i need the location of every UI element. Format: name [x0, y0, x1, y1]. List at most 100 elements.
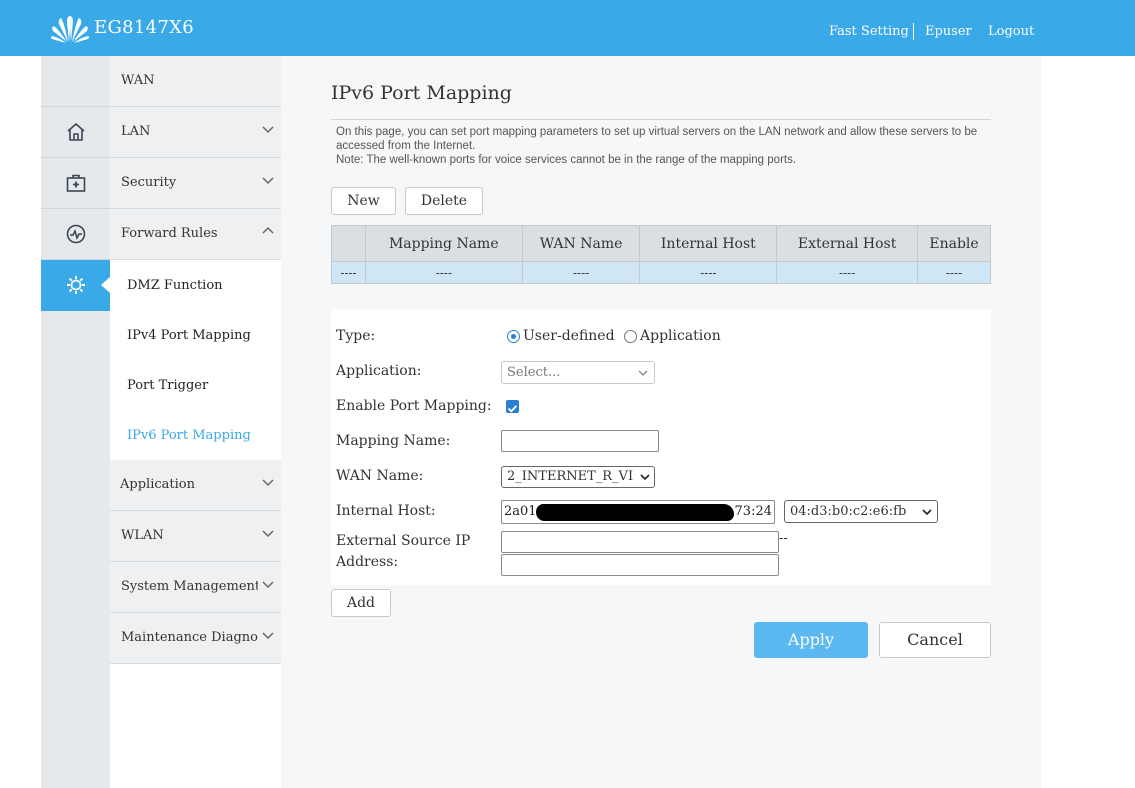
chevron-down-icon: [262, 530, 274, 538]
chevron-down-icon: [640, 474, 650, 481]
submenu-label: Port Trigger: [127, 378, 209, 393]
top-header: EG8147X6 Fast Setting Epuser Logout: [0, 0, 1135, 56]
medical-kit-icon: [66, 174, 85, 192]
column-header: WAN Name: [521, 225, 641, 262]
radio-user-defined[interactable]: [507, 330, 520, 343]
diagnosis-icon: [66, 224, 85, 244]
menu-security[interactable]: Security: [110, 158, 281, 209]
chevron-down-icon: [922, 509, 932, 516]
delete-button[interactable]: Delete: [405, 187, 483, 215]
settings-menu: WAN LAN Security Forward Rules DMZ Funct…: [110, 56, 281, 788]
radio-user-defined-label: User-defined: [523, 328, 615, 344]
submenu-ipv6-port-mapping[interactable]: IPv6 Port Mapping: [110, 410, 281, 460]
user-link[interactable]: Epuser: [925, 24, 972, 39]
column-header: External Host: [776, 225, 919, 262]
add-button[interactable]: Add: [331, 589, 391, 617]
page-title: IPv6 Port Mapping: [331, 82, 512, 104]
table-cell: ----: [331, 261, 366, 284]
menu-label: Application: [120, 477, 195, 492]
menu-system-management[interactable]: System Management: [110, 562, 281, 613]
internal-host-input[interactable]: 2a01 73:24: [501, 500, 775, 524]
menu-wlan[interactable]: WLAN: [110, 511, 281, 562]
mapping-name-input[interactable]: [501, 430, 659, 452]
menu-forward-rules[interactable]: Forward Rules: [110, 209, 281, 260]
advanced-nav[interactable]: [41, 158, 110, 209]
table-cell: ----: [521, 261, 641, 284]
internal-host-value-start: 2a01: [504, 504, 537, 519]
wan-name-label: WAN Name:: [336, 468, 424, 484]
chevron-down-icon: [262, 479, 274, 487]
home-icon: [66, 123, 85, 141]
icon-cell-blank: [41, 56, 110, 107]
radio-application[interactable]: [624, 330, 637, 343]
table-row[interactable]: ---- ---- ---- ---- ---- ----: [331, 261, 991, 284]
internal-host-mac-select[interactable]: 04:d3:b0:c2:e6:fb: [784, 500, 938, 523]
wan-name-select[interactable]: 2_INTERNET_R_VI: [501, 466, 655, 488]
chevron-up-icon: [262, 226, 274, 234]
menu-label: Maintenance Diagnosis: [121, 630, 258, 645]
internal-host-mac-value: 04:d3:b0:c2:e6:fb: [790, 504, 907, 519]
settings-nav[interactable]: [41, 260, 110, 311]
radio-application-label: Application: [640, 328, 721, 344]
table-cell: ----: [639, 261, 778, 284]
apply-button[interactable]: Apply: [754, 622, 868, 658]
description-text: On this page, you can set port mapping p…: [336, 126, 978, 152]
checkmark-icon: [507, 405, 518, 413]
header-divider: [913, 23, 914, 40]
external-source-ip-start-input[interactable]: [501, 531, 779, 553]
cancel-button[interactable]: Cancel: [879, 622, 991, 658]
submenu-label: IPv6 Port Mapping: [127, 428, 251, 443]
enable-port-mapping-checkbox[interactable]: [506, 400, 519, 413]
submenu-dmz-function[interactable]: DMZ Function: [110, 260, 281, 310]
menu-label: LAN: [121, 124, 151, 139]
column-header: Mapping Name: [364, 225, 523, 262]
application-select-value: Select...: [507, 365, 561, 380]
mapping-form: Type: User-defined Application Applicati…: [331, 309, 991, 585]
redaction-scribble: [536, 504, 734, 521]
icon-sidebar: [41, 56, 110, 788]
submenu-ipv4-port-mapping[interactable]: IPv4 Port Mapping: [110, 310, 281, 360]
new-button[interactable]: New: [331, 187, 396, 215]
home-nav[interactable]: [41, 107, 110, 158]
logout-link[interactable]: Logout: [988, 24, 1034, 39]
menu-wan[interactable]: WAN: [110, 56, 281, 107]
application-label: Application:: [336, 363, 422, 379]
external-source-ip-label: External Source IP Address:: [336, 533, 471, 570]
chevron-down-icon: [262, 177, 274, 185]
internal-host-value-end: 73:24: [734, 504, 772, 519]
enable-port-mapping-label: Enable Port Mapping:: [336, 398, 492, 414]
submenu-label: IPv4 Port Mapping: [127, 328, 251, 343]
chevron-down-icon: [638, 370, 648, 376]
table-cell: ----: [364, 261, 523, 284]
page-description: On this page, you can set port mapping p…: [336, 125, 996, 167]
mapping-name-label: Mapping Name:: [336, 433, 451, 449]
table-cell: ----: [776, 261, 919, 284]
application-select[interactable]: Select...: [501, 361, 655, 384]
menu-label: Security: [121, 175, 177, 190]
external-source-ip-end-input[interactable]: [501, 554, 779, 576]
menu-label: Forward Rules: [121, 226, 218, 241]
huawei-logo: [51, 16, 89, 43]
chevron-down-icon: [262, 581, 274, 589]
menu-lan[interactable]: LAN: [110, 107, 281, 158]
gear-icon: [66, 276, 85, 294]
mapping-table: Mapping Name WAN Name Internal Host Exte…: [331, 225, 991, 284]
menu-maintenance-diagnosis[interactable]: Maintenance Diagnosis: [110, 613, 281, 664]
diagnosis-nav[interactable]: [41, 209, 110, 260]
fast-setting-link[interactable]: Fast Setting: [829, 24, 909, 39]
table-cell: ----: [917, 261, 991, 284]
chevron-down-icon: [262, 632, 274, 640]
menu-label: WAN: [121, 73, 155, 88]
submenu-port-trigger[interactable]: Port Trigger: [110, 360, 281, 410]
table-header-row: Mapping Name WAN Name Internal Host Exte…: [331, 225, 991, 262]
note-text: Note: The well-known ports for voice ser…: [336, 154, 797, 166]
chevron-down-icon: [262, 126, 274, 134]
title-divider: [331, 119, 991, 120]
range-separator: --: [779, 531, 788, 546]
submenu-label: DMZ Function: [127, 278, 223, 293]
wan-name-select-value: 2_INTERNET_R_VI: [507, 469, 634, 484]
menu-application[interactable]: Application: [110, 460, 281, 511]
column-header: Enable: [917, 225, 991, 262]
content-panel: IPv6 Port Mapping On this page, you can …: [281, 56, 1041, 788]
column-header-select: [331, 225, 366, 262]
